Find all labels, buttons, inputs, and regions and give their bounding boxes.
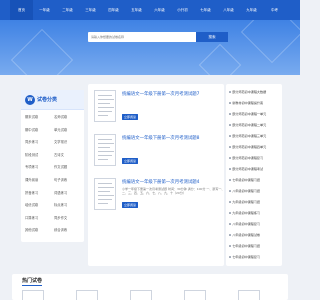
paper-title[interactable]: 统编语文一年级下册第一次月考测试题4 (122, 179, 199, 185)
nav-item-zhongkao[interactable]: 中考 (263, 8, 286, 13)
nav-menu: 首页 一年级 二年级 三年级 四年级 五年级 六年级 小升初 七年级 八年级 九… (10, 0, 286, 20)
category-item[interactable]: 培优试卷 (25, 202, 38, 207)
list-item[interactable]: 部分师范初中课程四单元 (229, 144, 281, 149)
category-title: 试卷分类 (37, 97, 58, 103)
category-header: W 试卷分类 (21, 90, 84, 110)
paper-title[interactable]: 统编语文一年级下册第一次月考测试题8 (122, 135, 199, 141)
list-item[interactable]: 九年级初中课程练习 (229, 210, 281, 215)
paper-description: 小学一年级下册第一次月考测试题 时间：30分钟 满分：100分 一、默写一、二、… (122, 187, 225, 196)
category-item[interactable]: 古诗文 (54, 152, 64, 157)
read-now-button[interactable]: 立即阅读 (122, 114, 138, 120)
search-input[interactable] (88, 32, 196, 42)
nav-item-grade-9[interactable]: 九年级 (240, 8, 263, 13)
category-item[interactable]: 课外阅读 (25, 177, 38, 182)
category-item[interactable]: 期中试卷 (25, 127, 38, 132)
search-button[interactable]: 搜索 (196, 32, 228, 42)
category-item[interactable]: 句子训练 (54, 177, 67, 182)
category-item[interactable]: 单元试卷 (54, 127, 67, 132)
section-title: 热门试卷 (22, 278, 43, 284)
paper-thumbnail[interactable] (130, 290, 152, 300)
list-item[interactable]: 部分师范初中课程考试 (229, 166, 281, 171)
banner-decoration (240, 20, 300, 64)
category-item[interactable]: 文学常识 (54, 139, 67, 144)
paper-card[interactable]: 统编语文一年级下册第一次月考测试题8 立即阅读 (94, 134, 222, 176)
list-item[interactable]: 部分师范初中课程复习 (229, 155, 281, 160)
nav-item-grade-5[interactable]: 五年级 (125, 8, 148, 13)
paper-list: 统编语文一年级下册第一次月考测试题7 立即阅读 统编语文一年级下册第一次月考测试… (88, 84, 224, 266)
paper-thumbnail[interactable] (22, 290, 44, 300)
paper-card[interactable]: 统编语文一年级下册第一次月考测试题7 立即阅读 (94, 90, 222, 132)
hero-banner: 搜索 (0, 20, 300, 75)
paper-thumbnail[interactable] (94, 90, 116, 122)
search-bar: 搜索 (88, 32, 228, 42)
category-item[interactable]: 其他试卷 (25, 227, 38, 232)
nav-item-grade-4[interactable]: 四年级 (102, 8, 125, 13)
list-item[interactable]: 八年级初中课程试卷 (229, 232, 281, 237)
nav-item-grade-7[interactable]: 七年级 (194, 8, 217, 13)
paper-description (122, 143, 226, 156)
banner-decoration (198, 43, 242, 75)
paper-card[interactable]: 统编语文一年级下册第一次月考测试题4 小学一年级下册第一次月考测试题 时间：30… (94, 178, 224, 220)
category-item[interactable]: 作文试题 (54, 164, 67, 169)
paper-title[interactable]: 统编语文一年级下册第一次月考测试题7 (122, 91, 199, 97)
category-item[interactable]: 专项练习 (25, 164, 38, 169)
list-item[interactable]: 八年级初中课程习题 (229, 188, 281, 193)
category-item[interactable]: 同步练习 (25, 139, 38, 144)
category-item[interactable]: 阶段测试 (25, 152, 38, 157)
nav-item-grade-1[interactable]: 一年级 (33, 8, 56, 13)
list-item[interactable]: 部分师范初中课程二单元 (229, 122, 281, 127)
category-item[interactable]: 标点练习 (54, 202, 67, 207)
category-item[interactable]: 名师试卷 (54, 114, 67, 119)
paper-thumbnail[interactable] (94, 178, 116, 210)
list-item[interactable]: 部分师范初中课程一单元 (229, 111, 281, 116)
nav-item-grade-3[interactable]: 三年级 (79, 8, 102, 13)
read-now-button[interactable]: 立即阅读 (122, 202, 138, 208)
list-item[interactable]: 七年级初中课程习题 (229, 177, 281, 182)
nav-item-grade-8[interactable]: 八年级 (217, 8, 240, 13)
nav-item-grade-6[interactable]: 六年级 (148, 8, 171, 13)
paper-thumbnail[interactable] (76, 290, 98, 300)
list-item[interactable]: 七年级初中课程习题 (229, 243, 281, 248)
list-item[interactable]: 七年级初中课程复习 (229, 254, 281, 259)
paper-description (122, 99, 226, 112)
category-item[interactable]: 同步作文 (54, 215, 67, 220)
category-item[interactable]: 拼音练习 (25, 190, 38, 195)
list-item[interactable]: 部分师范初中课程三单元 (229, 133, 281, 138)
nav-item-home[interactable]: 首页 (10, 0, 33, 20)
category-item[interactable]: 期末试卷 (25, 114, 38, 119)
nav-item-grade-2[interactable]: 二年级 (56, 8, 79, 13)
word-doc-icon: W (25, 95, 35, 105)
category-item[interactable]: 词语练习 (54, 190, 67, 195)
title-underline (22, 285, 42, 286)
list-item[interactable]: 八年级初中课程复习 (229, 221, 281, 226)
category-item[interactable]: 综合训练 (54, 227, 67, 232)
top-navbar: 首页 一年级 二年级 三年级 四年级 五年级 六年级 小升初 七年级 八年级 九… (0, 0, 300, 20)
nav-item-junior-entry[interactable]: 小升初 (171, 8, 194, 13)
read-now-button[interactable]: 立即阅读 (122, 158, 138, 164)
list-item[interactable]: 新教材初中课程提升案 (229, 100, 281, 105)
category-item[interactable]: 口算练习 (25, 215, 38, 220)
hot-papers-section: 热门试卷 (12, 274, 288, 300)
category-panel: W 试卷分类 期末试卷 名师试卷 期中试卷 单元试卷 同步练习 文学常识 阶段测… (21, 90, 84, 242)
paper-thumbnail[interactable] (184, 290, 206, 300)
banner-decoration (10, 28, 74, 75)
paper-thumbnail[interactable] (238, 290, 260, 300)
paper-thumbnail[interactable] (94, 134, 116, 166)
list-item[interactable]: 九年级初中课程习题 (229, 199, 281, 204)
list-item[interactable]: 部分师范初中课程大数据 (229, 89, 281, 94)
recent-paper-list: 部分师范初中课程大数据 新教材初中课程提升案 部分师范初中课程一单元 部分师范初… (226, 84, 282, 266)
